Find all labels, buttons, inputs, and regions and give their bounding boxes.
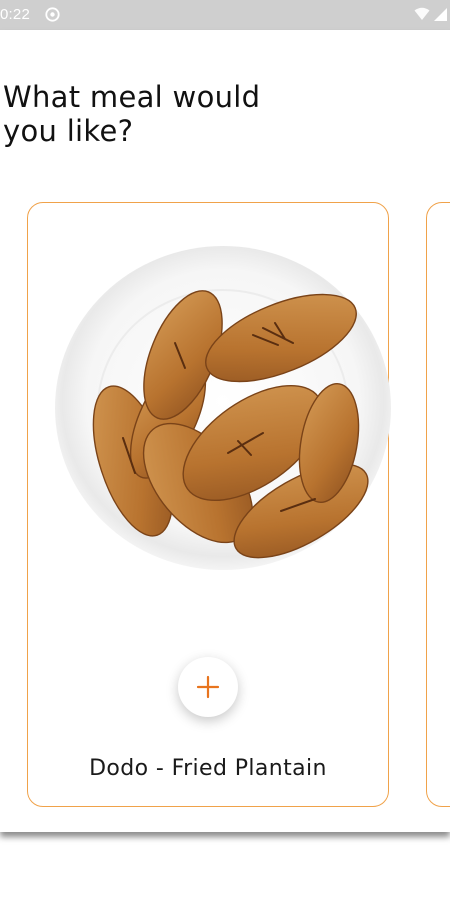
status-bar: 0:22 — [0, 0, 450, 30]
fried-plantain-plate-image — [55, 246, 391, 570]
plus-icon — [196, 675, 220, 699]
meal-card-next[interactable] — [426, 202, 450, 807]
wifi-icon — [414, 7, 430, 20]
page-title: What meal would you like? — [3, 80, 261, 148]
meal-selection-screen: What meal would you like? Dodo - Fried P… — [0, 30, 450, 832]
meal-name: Dodo - Fried Plantain — [89, 756, 327, 781]
next-meal-plate-image — [435, 323, 450, 523]
add-meal-button[interactable] — [178, 657, 238, 717]
circle-app-icon — [45, 7, 60, 22]
meal-card-dodo[interactable]: Dodo - Fried Plantain — [27, 202, 391, 807]
status-time: 0:22 — [0, 6, 30, 23]
signal-icon — [434, 8, 447, 21]
